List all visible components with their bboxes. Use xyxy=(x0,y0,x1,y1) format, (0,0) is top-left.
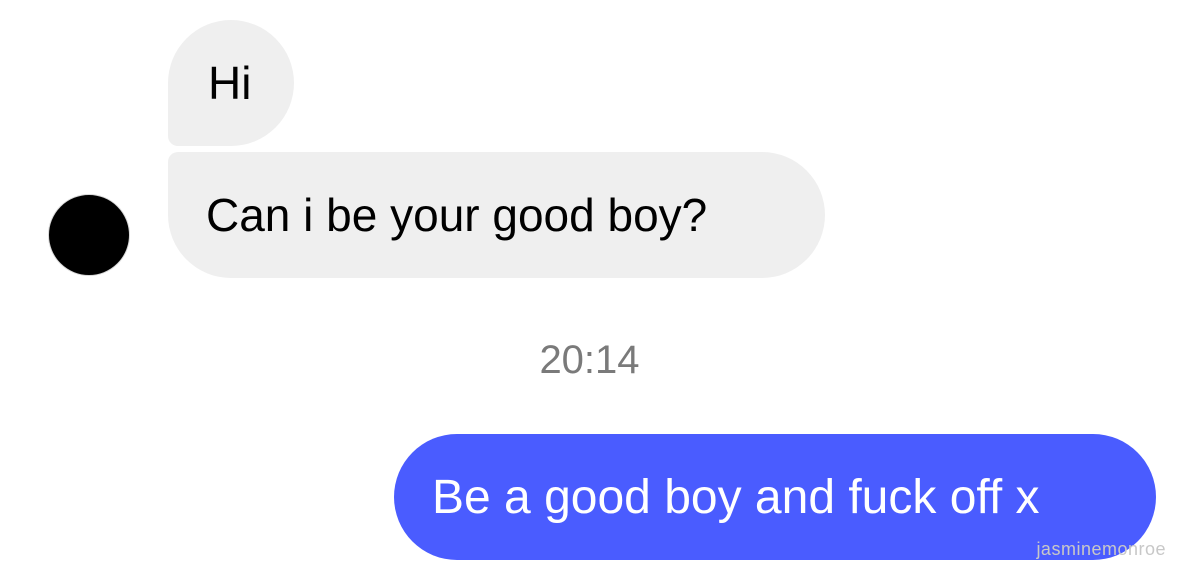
incoming-message-bubble[interactable]: Can i be your good boy? xyxy=(168,152,825,278)
message-text: Be a good boy and fuck off x xyxy=(432,470,1040,524)
watermark: jasminemonroe xyxy=(1036,539,1166,559)
incoming-message-bubble[interactable]: Hi xyxy=(168,20,294,146)
message-timestamp: 20:14 xyxy=(539,338,640,382)
message-text: Can i be your good boy? xyxy=(206,189,708,241)
contact-avatar[interactable] xyxy=(48,194,130,276)
message-text: Hi xyxy=(208,57,252,109)
